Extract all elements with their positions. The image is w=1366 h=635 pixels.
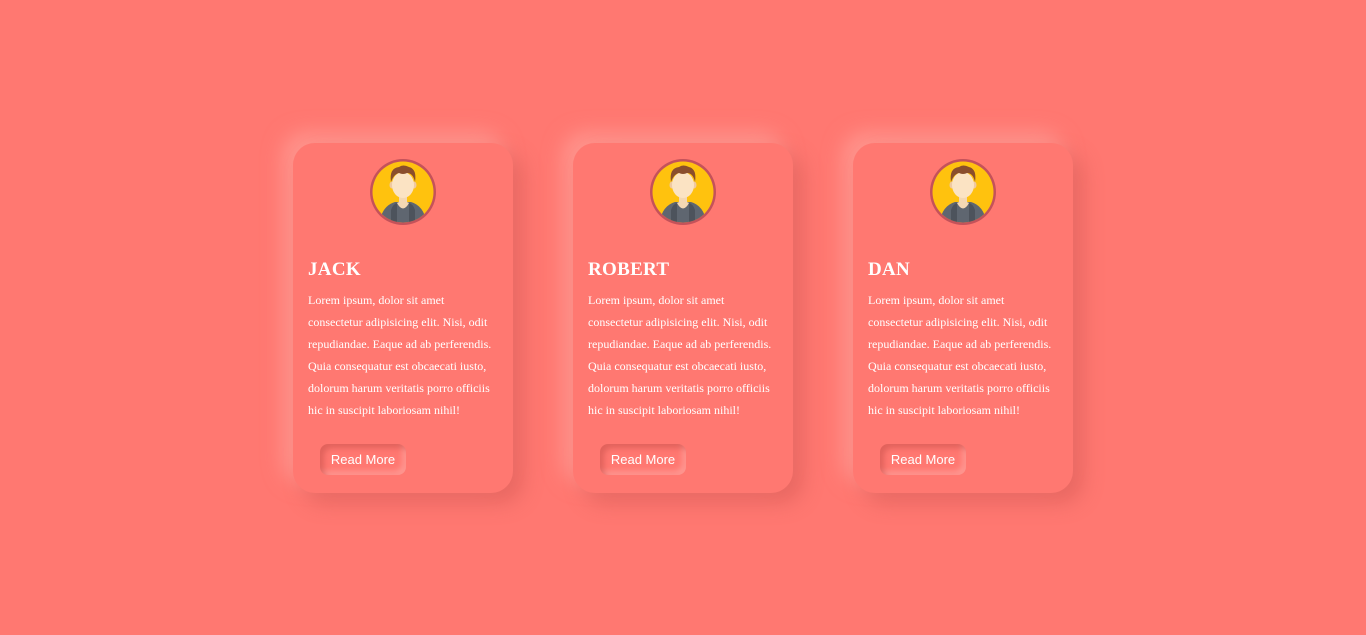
card-name: ROBERT bbox=[588, 259, 670, 280]
read-more-button[interactable]: Read More bbox=[880, 444, 966, 475]
avatar-icon bbox=[930, 159, 996, 225]
card-description: Lorem ipsum, dolor sit amet consectetur … bbox=[308, 293, 492, 417]
avatar-icon bbox=[650, 159, 716, 225]
profile-card-robert: ROBERT Lorem ipsum, dolor sit amet conse… bbox=[573, 143, 793, 493]
read-more-button[interactable]: Read More bbox=[320, 444, 406, 475]
card-name: JACK bbox=[308, 259, 361, 280]
avatar-icon bbox=[370, 159, 436, 225]
card-name: DAN bbox=[868, 259, 911, 280]
profile-card-jack: JACK Lorem ipsum, dolor sit amet consect… bbox=[293, 143, 513, 493]
card-description: Lorem ipsum, dolor sit amet consectetur … bbox=[588, 293, 772, 417]
card-list: JACK Lorem ipsum, dolor sit amet consect… bbox=[293, 143, 1073, 493]
profile-card-dan: DAN Lorem ipsum, dolor sit amet consecte… bbox=[853, 143, 1073, 493]
card-description: Lorem ipsum, dolor sit amet consectetur … bbox=[868, 293, 1052, 417]
read-more-button[interactable]: Read More bbox=[600, 444, 686, 475]
